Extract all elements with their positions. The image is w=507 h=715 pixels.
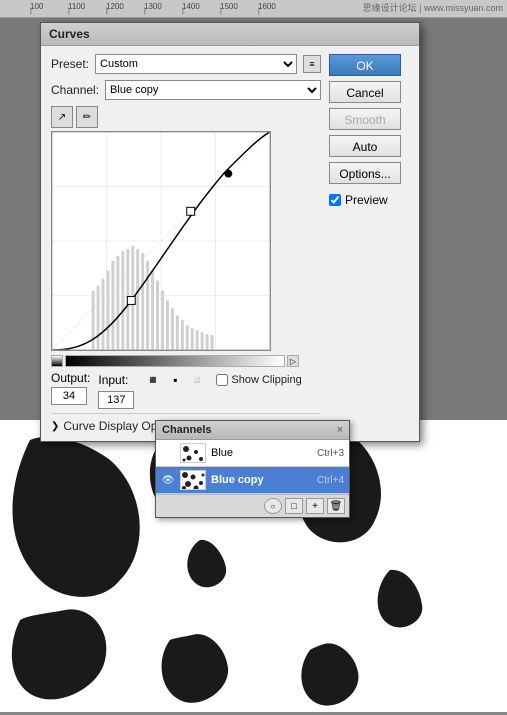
show-clipping-label: Show Clipping — [231, 374, 301, 386]
output-value[interactable] — [51, 387, 87, 405]
eyedropper-black-button[interactable]: ◾ — [144, 371, 162, 389]
output-label: Output: — [51, 371, 90, 385]
ruler-mark: 1100 — [68, 2, 106, 11]
dialog-left: Preset: Custom ≡ Channel: Blue copy ↗ ✏ — [51, 54, 321, 433]
channels-panel-toolbar: ○ □ + 🗑 — [156, 494, 349, 517]
graph-tools: ↗ ✏ — [51, 106, 321, 128]
eyedropper-white-button[interactable]: ◽ — [188, 371, 206, 389]
dotted-circle-btn[interactable]: ○ — [264, 498, 282, 514]
curve-display-expand[interactable]: ❯ — [51, 421, 59, 432]
delete-channel-btn[interactable]: 🗑 — [327, 498, 345, 514]
curves-graph[interactable] — [51, 131, 271, 351]
channel-selector-row: Channel: Blue copy — [51, 80, 321, 100]
eyedropper-row: ◾ ▪ ◽ — [144, 371, 206, 389]
channel-row-blue-copy[interactable]: 👁 Blue copy Ctrl+4 — [156, 467, 349, 494]
save-selection-btn[interactable]: □ — [285, 498, 303, 514]
preset-menu-button[interactable]: ≡ — [303, 55, 321, 73]
curve-pencil-tool[interactable]: ✏ — [76, 106, 98, 128]
ruler-mark: 1600 — [258, 2, 296, 11]
preset-label: Preset: — [51, 57, 89, 71]
input-section: Input: ◾ ▪ ◽ Show Clipping — [98, 371, 301, 409]
channel-shortcut-blue-copy: Ctrl+4 — [317, 475, 344, 486]
show-clipping: Show Clipping — [216, 374, 301, 386]
dialog-body: Preset: Custom ≡ Channel: Blue copy ↗ ✏ — [41, 46, 419, 441]
vertical-gradient-bar — [51, 355, 63, 367]
channel-select[interactable]: Blue copy — [105, 80, 321, 100]
ruler-mark: 1200 — [106, 2, 144, 11]
smooth-button[interactable]: Smooth — [329, 108, 401, 130]
channel-eye-blue-copy[interactable]: 👁 — [161, 473, 175, 487]
channels-panel-close[interactable]: × — [337, 424, 343, 436]
input-value[interactable] — [98, 391, 134, 409]
gradient-expand-btn[interactable]: ▷ — [287, 355, 299, 367]
curve-draw-tool[interactable]: ↗ — [51, 106, 73, 128]
options-button[interactable]: Options... — [329, 162, 401, 184]
channel-thumb-blue — [180, 443, 206, 463]
channel-name-blue-copy: Blue copy — [211, 474, 312, 486]
output-col: Output: — [51, 371, 90, 405]
preview-checkbox[interactable] — [329, 194, 341, 206]
channel-eye-blue[interactable] — [161, 446, 175, 460]
preview-label: Preview — [345, 193, 388, 207]
horizontal-gradient-bar — [65, 355, 285, 367]
preset-select[interactable]: Custom — [95, 54, 297, 74]
new-channel-btn[interactable]: + — [306, 498, 324, 514]
channel-row-blue[interactable]: Blue Ctrl+3 — [156, 440, 349, 467]
channels-panel: Channels × Blue Ctrl+3 👁 — [155, 420, 350, 518]
channels-panel-titlebar: Channels × — [156, 421, 349, 440]
show-clipping-checkbox[interactable] — [216, 374, 228, 386]
dialog-titlebar: Curves — [41, 23, 419, 46]
preset-row: Preset: Custom ≡ — [51, 54, 321, 74]
watermark: 思缘设计论坛 | www.missyuan.com — [359, 0, 507, 15]
ruler-marks: 100 1100 1200 1300 1400 1500 1600 — [30, 2, 296, 11]
input-label: Input: — [98, 373, 128, 387]
channel-thumb-blue-copy — [180, 470, 206, 490]
ruler-mark: 100 — [30, 2, 68, 11]
ruler-mark: 1500 — [220, 2, 258, 11]
preview-row: Preview — [329, 193, 409, 207]
channel-shortcut-blue: Ctrl+3 — [317, 448, 344, 459]
ruler-mark: 1300 — [144, 2, 182, 11]
input-output-section: Output: Input: ◾ ▪ ◽ Show Clipping — [51, 371, 321, 409]
eyedropper-gray-button[interactable]: ▪ — [166, 371, 184, 389]
channel-label: Channel: — [51, 83, 99, 97]
ruler-mark: 1400 — [182, 2, 220, 11]
cancel-button[interactable]: Cancel — [329, 81, 401, 103]
dialog-title: Curves — [49, 27, 90, 41]
curves-dialog: Curves Preset: Custom ≡ Channel: Blue co… — [40, 22, 420, 442]
channel-name-blue: Blue — [211, 447, 312, 459]
dialog-right: OK Cancel Smooth Auto Options... Preview — [329, 54, 409, 433]
channels-panel-title: Channels — [162, 424, 212, 436]
auto-button[interactable]: Auto — [329, 135, 401, 157]
ok-button[interactable]: OK — [329, 54, 401, 76]
